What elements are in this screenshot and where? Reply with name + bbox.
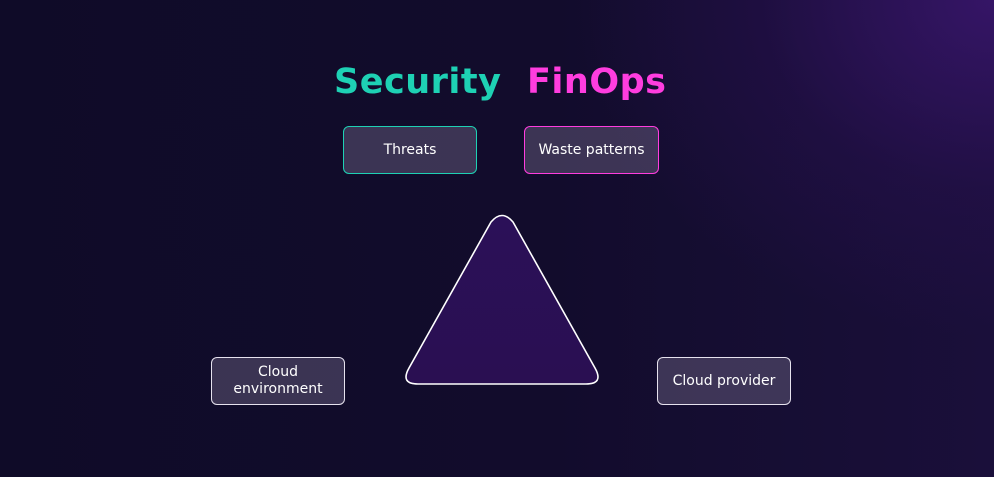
waste-patterns-label: Waste patterns — [538, 141, 645, 158]
central-triangle — [396, 208, 608, 394]
security-heading: Security — [334, 62, 502, 102]
cloud-environment-line2: environment — [233, 381, 323, 397]
waste-patterns-box: Waste patterns — [524, 126, 659, 174]
triangle-outline — [405, 214, 599, 385]
cloud-environment-line1: Cloud — [257, 364, 298, 380]
finops-heading: FinOps — [527, 62, 667, 102]
triangle-shape — [405, 214, 599, 385]
cloud-provider-box: Cloud provider — [657, 357, 791, 405]
threats-box: Threats — [343, 126, 477, 174]
threats-label: Threats — [383, 141, 437, 158]
cloud-environment-label: Cloud environment — [233, 364, 322, 398]
cloud-environment-box: Cloud environment — [211, 357, 345, 405]
cloud-provider-label: Cloud provider — [672, 372, 776, 389]
diagram-canvas: Security FinOps Threats Waste patterns C… — [0, 0, 994, 477]
